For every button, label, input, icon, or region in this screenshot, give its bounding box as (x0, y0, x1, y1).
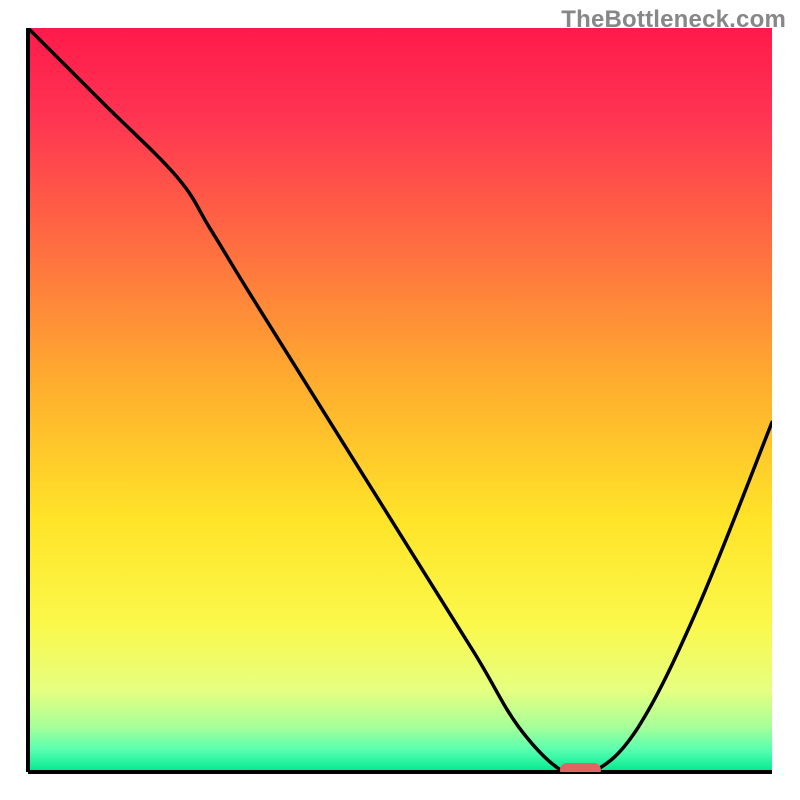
bottleneck-chart-svg (0, 0, 800, 800)
chart-frame: TheBottleneck.com (0, 0, 800, 800)
watermark-text: TheBottleneck.com (561, 6, 786, 34)
optimal-marker (560, 763, 601, 777)
